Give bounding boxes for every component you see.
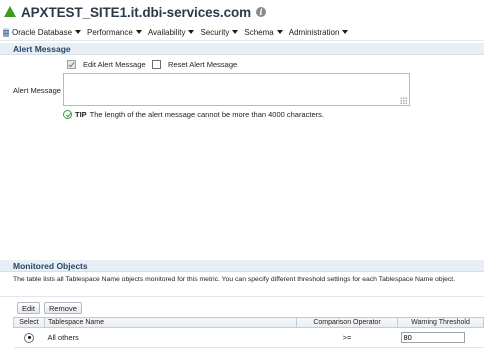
info-icon[interactable]: i <box>256 7 267 17</box>
reset-alert-message-option: Reset Alert Message <box>152 60 237 69</box>
menu-schema[interactable]: Schema <box>244 27 283 37</box>
warning-threshold-input[interactable] <box>400 332 465 343</box>
caret-down-icon <box>75 30 82 34</box>
database-icon <box>3 27 9 37</box>
menu-oracle-database[interactable]: Oracle Database <box>3 27 82 37</box>
row-select-radio[interactable] <box>24 332 34 343</box>
edit-alert-message-label: Edit Alert Message <box>83 60 146 69</box>
table-row: All others >= <box>13 327 484 348</box>
menu-security[interactable]: Security <box>200 27 239 37</box>
caret-down-icon <box>342 30 349 34</box>
caret-down-icon <box>188 30 195 34</box>
menu-label: Security <box>200 27 230 37</box>
menu-performance[interactable]: Performance <box>87 28 142 37</box>
alert-message-field-label: Alert Message <box>13 86 61 95</box>
title-bar: APXTEST_SITE1.it.dbi-services.com i <box>0 0 484 24</box>
resize-grip-icon[interactable] <box>400 97 407 104</box>
tip-text: The length of the alert message cannot b… <box>89 110 324 119</box>
menu-label: Performance <box>87 27 133 37</box>
comparison-operator-cell: >= <box>296 327 398 348</box>
target-up-icon <box>4 6 16 17</box>
check-circle-icon <box>63 110 72 119</box>
menu-bar: Oracle Database Performance Availability… <box>0 24 484 41</box>
select-cell <box>13 327 45 348</box>
caret-down-icon <box>232 30 239 34</box>
divider <box>0 296 484 297</box>
column-header-warning-threshold: Warning Threshold <box>397 317 484 328</box>
alert-message-textarea[interactable] <box>63 73 410 106</box>
column-header-comparison-operator: Comparison Operator <box>296 317 398 328</box>
column-header-select: Select <box>13 317 45 328</box>
menu-label: Administration <box>288 27 340 37</box>
menu-label: Availability <box>147 27 186 37</box>
tip-label: TIP <box>75 110 87 119</box>
alert-message-header: Alert Message <box>0 43 484 55</box>
reset-alert-message-label: Reset Alert Message <box>168 60 238 69</box>
monitored-objects-header: Monitored Objects <box>0 260 484 272</box>
monitored-objects-description: The table lists all Tablespace Name obje… <box>13 276 456 283</box>
caret-down-icon <box>276 30 283 34</box>
page-title: APXTEST_SITE1.it.dbi-services.com <box>21 4 252 20</box>
edit-alert-message-option: Edit Alert Message <box>67 60 146 69</box>
edit-alert-message-checkbox[interactable] <box>67 60 76 69</box>
menu-availability[interactable]: Availability <box>148 28 195 37</box>
caret-down-icon <box>135 30 142 34</box>
warning-threshold-cell <box>397 327 484 348</box>
tip: TIP The length of the alert message cann… <box>63 110 324 119</box>
edit-button[interactable]: Edit <box>17 302 40 314</box>
tablespace-name-cell: All others <box>44 327 297 348</box>
monitored-objects-toolbar: Edit Remove <box>17 302 86 314</box>
menu-label: Oracle Database <box>12 27 73 37</box>
remove-button[interactable]: Remove <box>43 302 82 314</box>
column-header-tablespace-name[interactable]: Tablespace Name <box>44 317 297 328</box>
menu-administration[interactable]: Administration <box>289 28 349 37</box>
monitored-objects-table: Select Tablespace Name Comparison Operat… <box>13 317 484 348</box>
reset-alert-message-checkbox[interactable] <box>152 60 161 69</box>
menu-label: Schema <box>244 27 274 37</box>
